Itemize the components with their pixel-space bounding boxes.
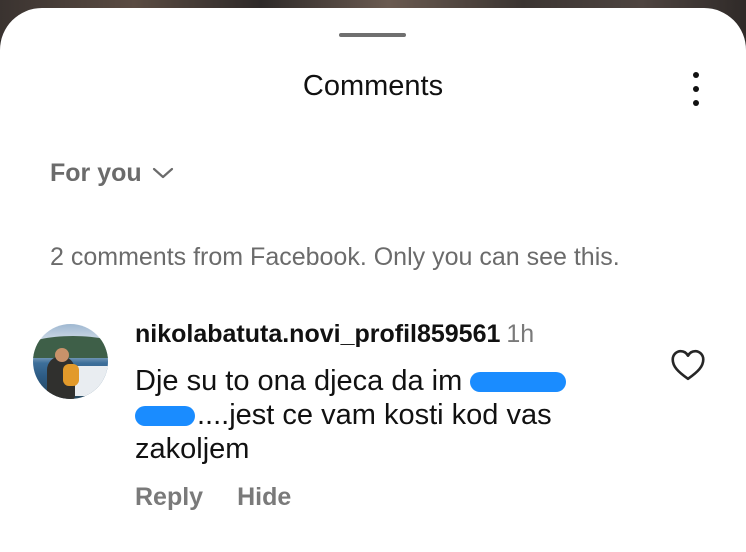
- avatar-life-vest: [63, 364, 79, 386]
- like-comment-button[interactable]: [670, 349, 706, 381]
- reply-button[interactable]: Reply: [135, 480, 203, 514]
- comment-timestamp: 1h: [506, 320, 535, 348]
- more-vertical-icon: [693, 72, 699, 78]
- sheet-title: Comments: [302, 70, 444, 102]
- drag-handle[interactable]: [339, 33, 406, 37]
- more-vertical-icon-dot: [693, 100, 699, 106]
- facebook-comments-notice: 2 comments from Facebook. Only you can s…: [50, 243, 620, 271]
- more-options-button[interactable]: [681, 70, 711, 108]
- hide-button[interactable]: Hide: [237, 480, 291, 514]
- comment-username[interactable]: nikolabatuta.novi_profil859561: [135, 320, 500, 348]
- redaction-mark: [470, 372, 567, 392]
- comment-line-1-text: Dje su to ona djeca da im: [135, 365, 463, 397]
- more-vertical-icon-dot: [693, 86, 699, 92]
- comment-header: nikolabatuta.novi_profil859561 1h: [135, 317, 534, 355]
- avatar-hill: [33, 336, 108, 358]
- heart-outline-icon: [671, 349, 705, 381]
- avatar[interactable]: [33, 324, 108, 399]
- comment-text: Dje su to ona djeca da im ....jest ce va…: [135, 364, 675, 466]
- comment-line-2: ....jest ce vam kosti kod vas: [135, 398, 675, 432]
- sort-dropdown[interactable]: For you: [50, 156, 174, 190]
- chevron-down-icon: [152, 167, 173, 179]
- sort-label: For you: [50, 158, 142, 187]
- comments-sheet: Comments For you 2 comments from Faceboo…: [0, 8, 746, 552]
- redaction-mark: [135, 406, 195, 426]
- comment-line-3: zakoljem: [135, 433, 250, 465]
- comment-line-2-text: ....jest ce vam kosti kod vas: [197, 399, 552, 431]
- comment-line-1: Dje su to ona djeca da im: [135, 364, 675, 398]
- comment-actions: Reply Hide: [135, 480, 291, 514]
- avatar-head: [55, 348, 69, 362]
